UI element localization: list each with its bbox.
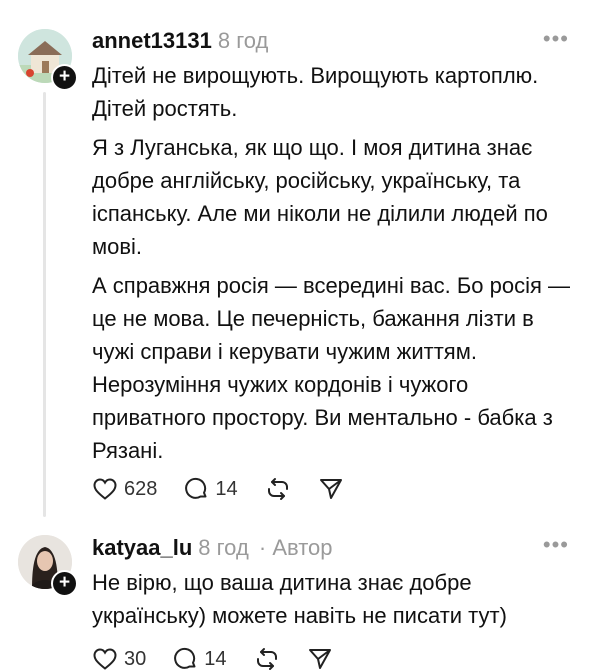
repost-icon <box>267 478 288 500</box>
comment-icon <box>185 477 207 499</box>
reply-count: 14 <box>215 477 238 500</box>
comment-icon <box>174 647 196 669</box>
comment-paragraph: А справжня росія — всередині вас. Бо рос… <box>92 273 571 463</box>
comment-paragraph: Не вірю, що ваша дитина знає добре украї… <box>92 570 507 628</box>
repost-button[interactable] <box>264 476 292 502</box>
comment-header: annet13131 8 год <box>92 28 268 54</box>
repost-icon <box>256 648 277 670</box>
comment-text: Не вірю, що ваша дитина знає добре украї… <box>92 566 572 638</box>
reply-button[interactable]: 14 <box>183 476 238 502</box>
more-options-icon[interactable]: ••• <box>543 532 569 558</box>
follow-plus-icon[interactable]: + <box>51 570 78 597</box>
comment-text: Дітей не вирощують. Вирощують картоплю. … <box>92 59 572 473</box>
reply-count: 14 <box>204 647 227 670</box>
heart-icon <box>93 648 117 670</box>
more-options-icon[interactable]: ••• <box>543 26 569 52</box>
comment-actions: 628 14 <box>92 476 370 502</box>
reply-button[interactable]: 14 <box>172 646 227 672</box>
username[interactable]: annet13131 <box>92 28 212 53</box>
share-button[interactable] <box>307 646 333 672</box>
like-button[interactable]: 30 <box>92 647 146 671</box>
send-icon <box>308 649 331 669</box>
timestamp: 8 год <box>198 535 249 560</box>
heart-icon <box>93 478 117 500</box>
author-tag: · Автор <box>258 535 333 560</box>
comment-actions: 30 14 <box>92 646 359 672</box>
timestamp: 8 год <box>217 28 269 53</box>
like-button[interactable]: 628 <box>92 477 157 501</box>
repost-button[interactable] <box>253 646 281 672</box>
username[interactable]: katyaa_lu <box>92 535 192 560</box>
comment-paragraph: Я з Луганська, як що що. І моя дитина зн… <box>92 135 548 259</box>
like-count: 30 <box>124 647 147 670</box>
follow-plus-icon[interactable]: + <box>51 64 78 91</box>
like-count: 628 <box>124 477 158 500</box>
thread-line <box>43 92 46 517</box>
comment-header: katyaa_lu 8 год · Автор <box>92 535 333 561</box>
send-icon <box>319 479 342 499</box>
comment-paragraph: Дітей не вирощують. Вирощують картоплю. … <box>92 63 539 121</box>
share-button[interactable] <box>318 476 344 502</box>
